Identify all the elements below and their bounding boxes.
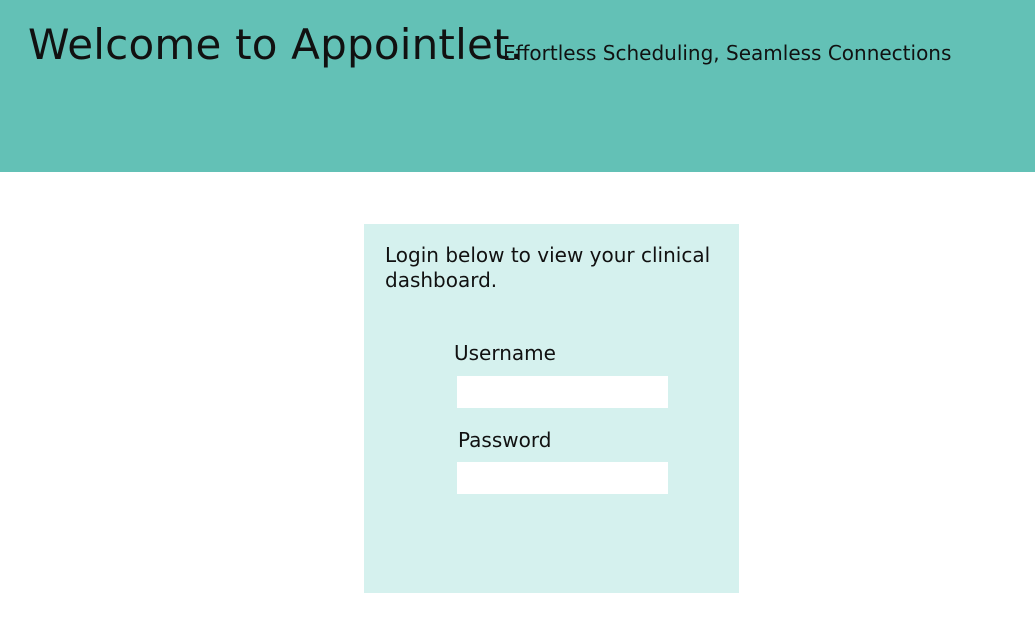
login-card: Login below to view your clinical dashbo… xyxy=(364,224,739,593)
tagline: Effortless Scheduling, Seamless Connecti… xyxy=(503,41,952,65)
password-label: Password xyxy=(458,428,552,452)
header-banner: Welcome to Appointlet. Effortless Schedu… xyxy=(0,0,1035,172)
username-input[interactable] xyxy=(457,376,668,408)
username-label: Username xyxy=(454,341,556,365)
page-title: Welcome to Appointlet. xyxy=(28,20,524,69)
password-input[interactable] xyxy=(457,462,668,494)
login-intro-text: Login below to view your clinical dashbo… xyxy=(385,243,711,292)
